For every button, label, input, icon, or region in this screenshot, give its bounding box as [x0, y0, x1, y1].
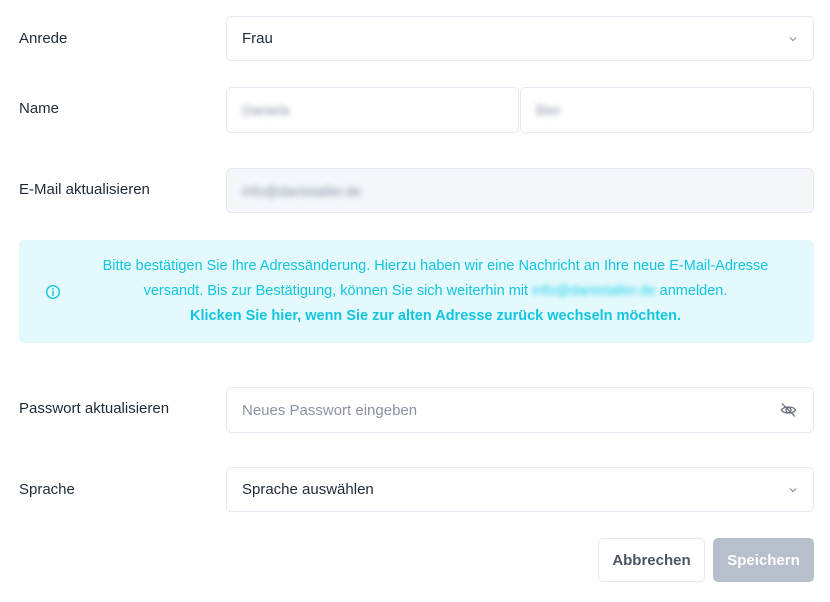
password-placeholder: Neues Passwort eingeben	[242, 401, 418, 419]
salutation-label: Anrede	[19, 30, 68, 47]
eye-off-icon[interactable]	[779, 401, 798, 420]
notice-line-2: versandt. Bis zur Bestätigung, können Si…	[79, 279, 792, 304]
password-field[interactable]: Neues Passwort eingeben	[226, 387, 814, 433]
notice-text: Bitte bestätigen Sie Ihre Adressänderung…	[79, 254, 792, 329]
save-button[interactable]: Speichern	[713, 538, 814, 582]
salutation-select[interactable]: Frau	[226, 16, 814, 61]
chevron-down-icon	[789, 487, 797, 492]
notice-line-2-suffix: anmelden.	[659, 283, 728, 299]
language-select[interactable]: Sprache auswählen	[226, 467, 814, 512]
notice-line-1: Bitte bestätigen Sie Ihre Adressänderung…	[102, 258, 769, 274]
email-field[interactable]: info@danistaller.de	[226, 168, 814, 213]
first-name-value: Daniela	[242, 102, 290, 118]
info-icon	[45, 284, 61, 300]
email-change-notice: Bitte bestätigen Sie Ihre Adressänderung…	[19, 240, 814, 343]
last-name-field[interactable]: Bier	[520, 87, 814, 133]
last-name-value: Bier	[536, 102, 561, 118]
email-value: info@danistaller.de	[242, 182, 362, 199]
first-name-field[interactable]: Daniela	[226, 87, 519, 133]
old-email: info@danistaller.de	[532, 283, 656, 299]
revert-email-link[interactable]: Klicken Sie hier, wenn Sie zur alten Adr…	[79, 304, 792, 329]
cancel-button[interactable]: Abbrechen	[598, 538, 705, 582]
language-value: Sprache auswählen	[242, 481, 374, 498]
salutation-value: Frau	[242, 30, 273, 47]
language-label: Sprache	[19, 481, 75, 498]
name-label: Name	[19, 100, 60, 117]
notice-line-2-prefix: versandt. Bis zur Bestätigung, können Si…	[143, 283, 529, 299]
chevron-down-icon	[789, 36, 797, 41]
password-label: Passwort aktualisieren	[19, 400, 170, 417]
email-label: E-Mail aktualisieren	[19, 181, 150, 198]
